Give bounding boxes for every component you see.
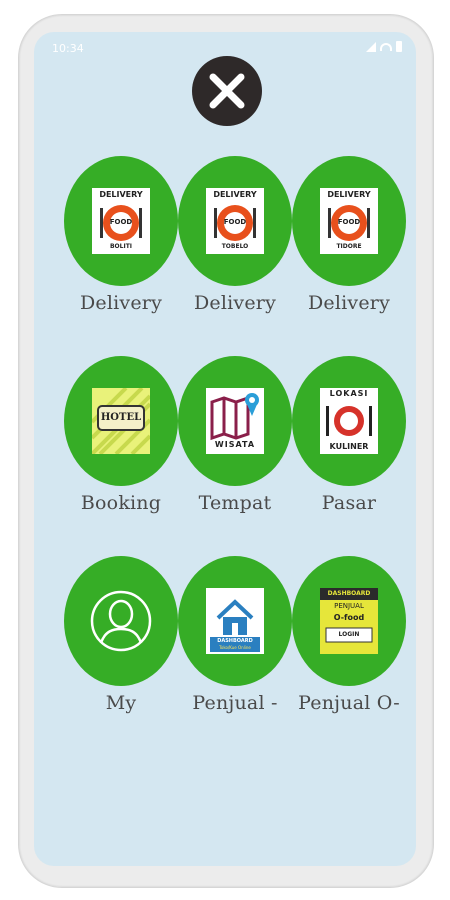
tile-circle: DELIVERY FOOD TIDORE xyxy=(292,156,406,286)
logo-mid-text: FOOD xyxy=(337,218,361,226)
logo-mid-text: FOOD xyxy=(223,218,247,226)
menu-grid: DELIVERY FOOD BOLITI Delivery DELIVERY F… xyxy=(34,32,416,866)
tile-label: Delivery xyxy=(307,292,391,314)
delivery-food-logo: DELIVERY FOOD TOBELO xyxy=(206,188,264,254)
map-pin-icon: WISATA xyxy=(206,388,264,454)
tile-circle: DASHBOARD Toko/Kue Online xyxy=(178,556,292,686)
logo-text: HOTEL xyxy=(100,412,142,423)
tile-circle xyxy=(64,556,178,686)
tile-circle: DASHBOARD PENJUAL O-food LOGIN xyxy=(292,556,406,686)
tile-penjual-kue[interactable]: DASHBOARD Toko/Kue Online Penjual - xyxy=(178,556,292,726)
logo-text: WISATA xyxy=(214,440,256,449)
tile-pasar[interactable]: LOKASI KULINER Pasar xyxy=(292,356,406,526)
dashboard-logo: DASHBOARD PENJUAL O-food LOGIN xyxy=(320,588,378,654)
app-screen: 10:34 DELIVERY FOOD BOLITI Delivery DELI… xyxy=(34,32,416,866)
tile-tempat-wisata[interactable]: WISATA Tempat xyxy=(178,356,292,526)
logo-top-text: DELIVERY xyxy=(99,190,143,199)
logo-bottom-text: BOLITI xyxy=(109,243,133,250)
tile-delivery-tidore[interactable]: DELIVERY FOOD TIDORE Delivery xyxy=(292,156,406,326)
tile-circle: DELIVERY FOOD BOLITI xyxy=(64,156,178,286)
tile-circle: DELIVERY FOOD TOBELO xyxy=(178,156,292,286)
house-icon: DASHBOARD Toko/Kue Online xyxy=(206,588,264,654)
logo-bottom-text: KULINER xyxy=(329,442,369,451)
tile-booking[interactable]: HOTEL Booking xyxy=(64,356,178,526)
logo-bottom-text: TIDORE xyxy=(336,243,362,250)
tile-label: Penjual O- xyxy=(298,692,400,714)
logo-bottom-text: TOBELO xyxy=(221,243,249,250)
hotel-sign-icon: HOTEL xyxy=(92,388,150,454)
tile-circle: HOTEL xyxy=(64,356,178,486)
logo-text: DASHBOARD xyxy=(217,638,253,644)
tile-delivery-boliti[interactable]: DELIVERY FOOD BOLITI Delivery xyxy=(64,156,178,326)
plate-cutlery-icon: LOKASI KULINER xyxy=(320,388,378,454)
logo-top-text: DASHBOARD xyxy=(327,590,371,597)
logo-top-text: DELIVERY xyxy=(213,190,257,199)
logo-top-text: LOKASI xyxy=(329,389,369,398)
delivery-food-logo: DELIVERY FOOD TIDORE xyxy=(320,188,378,254)
delivery-food-logo: DELIVERY FOOD BOLITI xyxy=(92,188,150,254)
tile-circle: WISATA xyxy=(178,356,292,486)
logo-sub-text: Toko/Kue Online xyxy=(219,645,251,650)
user-profile-icon xyxy=(90,590,152,652)
logo-mid-text: PENJUAL xyxy=(334,602,364,610)
tile-circle: LOKASI KULINER xyxy=(292,356,406,486)
tile-delivery-tobelo[interactable]: DELIVERY FOOD TOBELO Delivery xyxy=(178,156,292,326)
tile-label: Pasar xyxy=(321,492,377,514)
logo-top-text: DELIVERY xyxy=(327,190,371,199)
tile-penjual-ofood[interactable]: DASHBOARD PENJUAL O-food LOGIN Penjual O… xyxy=(292,556,406,726)
logo-bottom-text: LOGIN xyxy=(338,631,360,638)
logo-mid-text: FOOD xyxy=(109,218,133,226)
tile-my[interactable]: My xyxy=(64,556,178,726)
logo-accent-text: O-food xyxy=(333,613,365,622)
